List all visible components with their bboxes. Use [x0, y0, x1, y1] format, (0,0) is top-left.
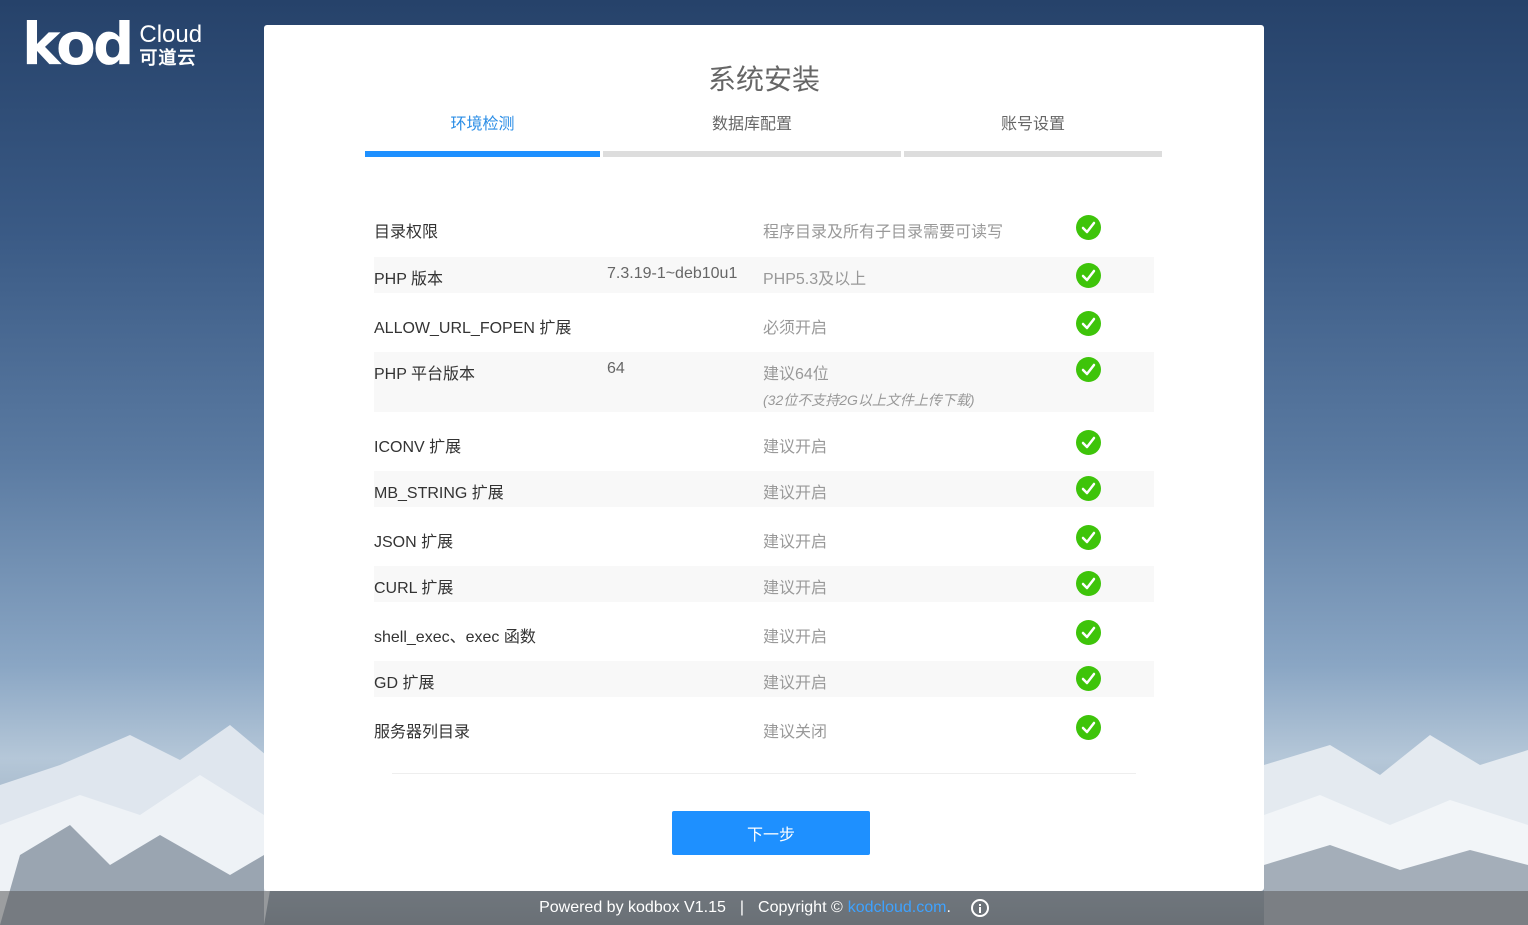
- check-row: CURL 扩展 建议开启: [374, 566, 1154, 602]
- check-requirement: 建议64位 (32位不支持2G以上文件上传下载): [763, 360, 975, 410]
- check-row: ALLOW_URL_FOPEN 扩展 必须开启: [374, 293, 1154, 352]
- check-circle-icon: [1076, 715, 1101, 740]
- environment-check-table: 目录权限 程序目录及所有子目录需要可读写 PHP 版本 7.3.19-1~deb…: [374, 205, 1154, 756]
- check-value: 7.3.19-1~deb10u1: [607, 265, 738, 282]
- divider: [392, 773, 1136, 774]
- check-requirement: 建议开启: [763, 485, 828, 502]
- step-label: 环境检测: [450, 116, 515, 133]
- check-row: ICONV 扩展 建议开启: [374, 412, 1154, 471]
- check-circle-icon: [1076, 620, 1101, 645]
- check-circle-icon: [1076, 357, 1101, 382]
- check-name: GD 扩展: [374, 675, 435, 692]
- check-row: 目录权限 程序目录及所有子目录需要可读写: [374, 205, 1154, 252]
- check-requirement: 建议开启: [763, 580, 828, 597]
- check-row: 服务器列目录 建议关闭: [374, 697, 1154, 756]
- check-circle-icon: [1076, 476, 1101, 501]
- check-circle-icon: [1076, 263, 1101, 288]
- check-requirement: 建议开启: [763, 629, 828, 646]
- check-row: MB_STRING 扩展 建议开启: [374, 471, 1154, 507]
- check-name: shell_exec、exec 函数: [374, 629, 536, 646]
- check-row: GD 扩展 建议开启: [374, 661, 1154, 697]
- check-row: PHP 平台版本 64 建议64位 (32位不支持2G以上文件上传下载): [374, 352, 1154, 412]
- kodcloud-logo: kod Cloud 可道云: [22, 10, 203, 78]
- check-name: 服务器列目录: [374, 724, 471, 741]
- kodcloud-link[interactable]: kodcloud.com: [848, 899, 947, 917]
- check-name: 目录权限: [374, 224, 439, 241]
- logo-chinese-text: 可道云: [139, 48, 197, 68]
- check-circle-icon: [1076, 215, 1101, 240]
- check-circle-icon: [1076, 311, 1101, 336]
- copyright-text: Copyright ©: [758, 899, 843, 916]
- logo-cloud-text: Cloud: [139, 21, 203, 48]
- step-progress-bar: [603, 151, 901, 157]
- step-environment-check[interactable]: 环境检测: [365, 113, 600, 157]
- step-progress-bar: [365, 151, 600, 157]
- next-step-button[interactable]: 下一步: [672, 811, 870, 855]
- check-circle-icon: [1076, 430, 1101, 455]
- check-note: (32位不支持2G以上文件上传下载): [763, 392, 975, 408]
- check-name: CURL 扩展: [374, 580, 454, 597]
- check-value: 64: [607, 360, 625, 377]
- check-requirement: 必须开启: [763, 320, 828, 337]
- check-circle-icon: [1076, 571, 1101, 596]
- check-circle-icon: [1076, 525, 1101, 550]
- check-name: ICONV 扩展: [374, 439, 462, 456]
- step-label: 数据库配置: [711, 116, 792, 133]
- check-name: ALLOW_URL_FOPEN 扩展: [374, 320, 572, 337]
- step-database-config[interactable]: 数据库配置: [603, 113, 901, 157]
- check-circle-icon: [1076, 666, 1101, 691]
- check-name: PHP 平台版本: [374, 366, 476, 383]
- check-name: PHP 版本: [374, 271, 444, 288]
- check-requirement-text: 建议64位: [763, 366, 829, 383]
- install-steps: 环境检测 数据库配置 账号设置: [365, 113, 1162, 157]
- check-requirement: 建议开启: [763, 534, 828, 551]
- check-requirement: 建议开启: [763, 439, 828, 456]
- footer-separator: |: [739, 899, 745, 916]
- info-icon[interactable]: [970, 899, 989, 917]
- logo-wordmark: kod: [22, 10, 134, 78]
- check-requirement: 建议关闭: [763, 724, 828, 741]
- powered-by-text: Powered by kodbox V1.15: [539, 899, 726, 916]
- footer-period: .: [946, 899, 951, 916]
- check-row: shell_exec、exec 函数 建议开启: [374, 602, 1154, 661]
- footer: Powered by kodbox V1.15 | Copyright © ko…: [0, 891, 1528, 925]
- check-requirement: PHP5.3及以上: [763, 271, 867, 288]
- step-label: 账号设置: [1000, 116, 1065, 133]
- page-title: 系统安装: [707, 64, 820, 95]
- install-panel: 系统安装 环境检测 数据库配置 账号设置 目录权限 程序目录及所有子目录需要可读…: [264, 25, 1264, 891]
- check-name: MB_STRING 扩展: [374, 485, 504, 502]
- check-requirement: 程序目录及所有子目录需要可读写: [763, 224, 1004, 241]
- step-progress-bar: [904, 151, 1162, 157]
- check-row: JSON 扩展 建议开启: [374, 507, 1154, 566]
- check-name: JSON 扩展: [374, 534, 454, 551]
- check-requirement: 建议开启: [763, 675, 828, 692]
- step-account-settings[interactable]: 账号设置: [904, 113, 1162, 157]
- check-row: PHP 版本 7.3.19-1~deb10u1 PHP5.3及以上: [374, 257, 1154, 293]
